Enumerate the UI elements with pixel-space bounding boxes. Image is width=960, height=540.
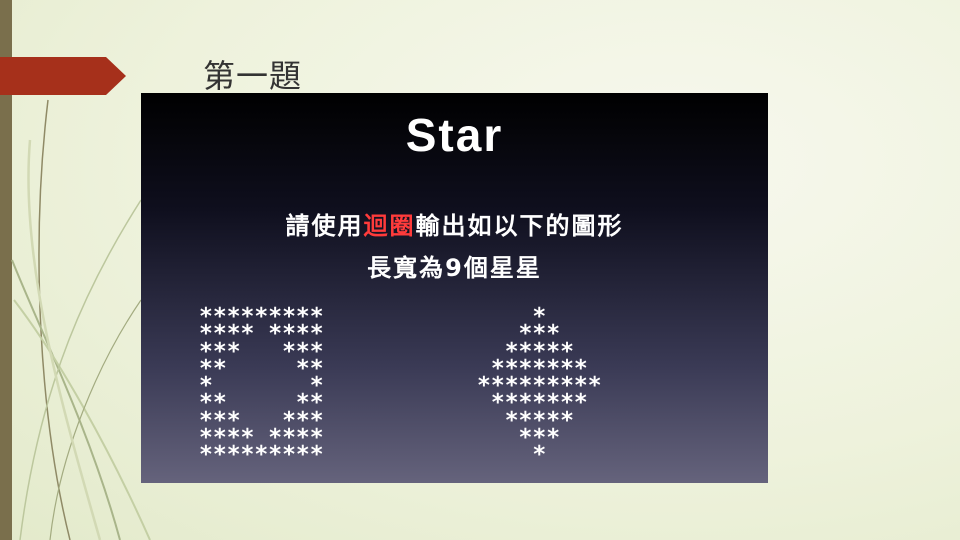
hollow-square-pattern: ********* **** **** *** *** ** ** * * **…	[199, 304, 324, 469]
slide-title: 第一題	[203, 57, 303, 95]
content-panel: Star 請使用迴圈輸出如以下的圖形 長寬為9個星星 ********* ***…	[141, 93, 768, 483]
diamond-pattern: * *** ***** ******* ********* ******* **…	[477, 304, 602, 469]
instruction-text-pre: 請使用	[285, 212, 364, 240]
title-arrow-marker	[0, 57, 126, 95]
instruction-highlight: 迴圈	[363, 212, 416, 240]
instruction-line-2: 長寬為9個星星	[367, 254, 542, 282]
panel-heading: Star	[405, 109, 504, 161]
instruction-line-1: 請使用迴圈輸出如以下的圖形	[141, 211, 768, 241]
instruction-text-post: 輸出如以下的圖形	[415, 212, 624, 240]
